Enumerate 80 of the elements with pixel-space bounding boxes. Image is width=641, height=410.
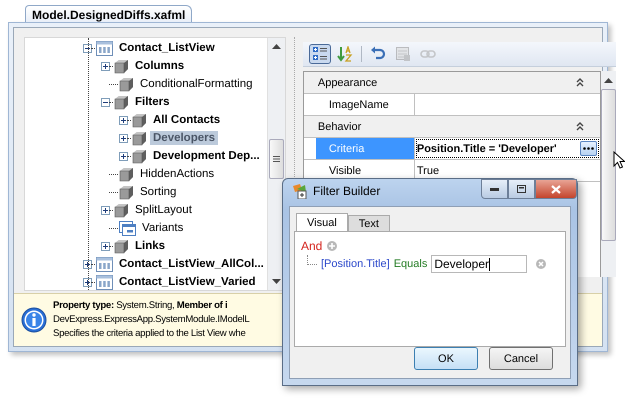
document-tab[interactable]: Model.DesignedDiffs.xafml bbox=[25, 5, 192, 22]
tree-item[interactable]: Sorting bbox=[137, 185, 180, 199]
tab[interactable]: Text bbox=[348, 215, 390, 231]
tab[interactable]: Visual bbox=[296, 213, 348, 231]
table-icon bbox=[394, 46, 411, 62]
list-view-icon bbox=[96, 40, 113, 56]
category-header: Appearance bbox=[318, 76, 378, 88]
expand-toggle[interactable] bbox=[101, 242, 110, 250]
grip-icon bbox=[272, 156, 280, 162]
tree-item[interactable]: Contact_ListView_AllCol... bbox=[116, 257, 267, 271]
cube-icon bbox=[114, 202, 129, 218]
cursor-icon bbox=[613, 151, 625, 169]
field-name[interactable]: [Position.Title] bbox=[321, 258, 390, 270]
value-field[interactable]: Developer bbox=[431, 255, 528, 273]
property-value[interactable]: True bbox=[416, 164, 440, 176]
description-text: Specifies the criteria applied to the List View whe bbox=[53, 327, 247, 341]
minimize-icon bbox=[490, 188, 499, 190]
tree-item[interactable]: Variants bbox=[139, 221, 186, 235]
tree-item[interactable]: Development Dep... bbox=[150, 149, 263, 163]
tree-item[interactable]: Developers bbox=[150, 131, 218, 145]
tree-item[interactable]: ConditionalFormatting bbox=[137, 77, 256, 91]
window-title: Filter Builder bbox=[313, 184, 380, 198]
ellipsis-button[interactable] bbox=[580, 141, 597, 156]
info-icon bbox=[21, 307, 47, 333]
dots-icon bbox=[582, 147, 594, 150]
scrollbar[interactable] bbox=[600, 71, 616, 277]
windows-icon bbox=[119, 220, 136, 236]
expand-toggle[interactable] bbox=[83, 278, 92, 286]
expand-toggle[interactable] bbox=[119, 152, 128, 160]
scrollbar[interactable] bbox=[266, 38, 285, 290]
collapse-icon[interactable] bbox=[576, 122, 584, 131]
cube-icon bbox=[119, 166, 134, 182]
cube-icon bbox=[132, 148, 147, 164]
description-text: Property type: System.String, Member of i bbox=[53, 299, 228, 313]
expand-toggle[interactable] bbox=[101, 206, 110, 214]
category-header: Behavior bbox=[318, 120, 362, 132]
close-button[interactable] bbox=[535, 179, 577, 199]
expand-toggle[interactable] bbox=[119, 134, 128, 142]
categorized-icon bbox=[312, 46, 328, 62]
minimize-button[interactable] bbox=[481, 179, 508, 199]
tree-item[interactable]: Links bbox=[132, 239, 168, 253]
cube-icon bbox=[114, 94, 129, 110]
dialog-button[interactable]: OK bbox=[414, 347, 478, 370]
list-view-icon bbox=[96, 256, 113, 272]
tree-item[interactable]: Contact_ListView bbox=[116, 41, 218, 55]
maximize-icon bbox=[517, 185, 526, 193]
tree-item[interactable]: All Contacts bbox=[150, 113, 224, 127]
sort-az-icon bbox=[336, 46, 353, 62]
group-operator[interactable]: And bbox=[301, 239, 322, 253]
collapse-icon[interactable] bbox=[576, 78, 584, 87]
tree-item[interactable]: HiddenActions bbox=[137, 167, 218, 181]
tree-item[interactable]: Columns bbox=[132, 59, 188, 73]
scroll-down-icon[interactable] bbox=[272, 279, 281, 284]
scroll-up-icon[interactable] bbox=[604, 78, 613, 83]
cube-icon bbox=[119, 184, 134, 200]
scroll-thumb[interactable] bbox=[268, 139, 284, 179]
close-icon bbox=[551, 184, 561, 194]
scroll-up-icon[interactable] bbox=[272, 44, 281, 49]
expand-toggle[interactable] bbox=[119, 116, 128, 124]
undo-icon bbox=[370, 46, 386, 62]
expand-toggle[interactable] bbox=[83, 260, 92, 268]
cube-icon bbox=[132, 112, 147, 128]
cube-icon bbox=[114, 58, 129, 74]
cube-icon bbox=[119, 76, 134, 92]
expand-toggle[interactable] bbox=[101, 62, 110, 70]
operator-name[interactable]: Equals bbox=[394, 258, 428, 270]
expand-toggle[interactable] bbox=[101, 98, 110, 106]
categorized-button[interactable] bbox=[308, 44, 331, 64]
cube-icon bbox=[132, 130, 147, 146]
expand-toggle[interactable] bbox=[83, 44, 92, 52]
tree-item[interactable]: Filters bbox=[132, 95, 173, 109]
tree-item[interactable]: Contact_ListView_Varied bbox=[116, 275, 259, 289]
cube-icon bbox=[114, 238, 129, 254]
dialog-button[interactable]: Cancel bbox=[489, 347, 553, 370]
maximize-button[interactable] bbox=[508, 179, 535, 199]
tree-item[interactable]: SplitLayout bbox=[132, 203, 195, 217]
property-value[interactable]: Position.Title = 'Developer' bbox=[416, 142, 557, 154]
scroll-thumb[interactable] bbox=[600, 89, 616, 241]
filter-builder-icon bbox=[291, 182, 307, 198]
description-text: DevExpress.ExpressApp.SystemModule.IModelL bbox=[53, 313, 250, 327]
